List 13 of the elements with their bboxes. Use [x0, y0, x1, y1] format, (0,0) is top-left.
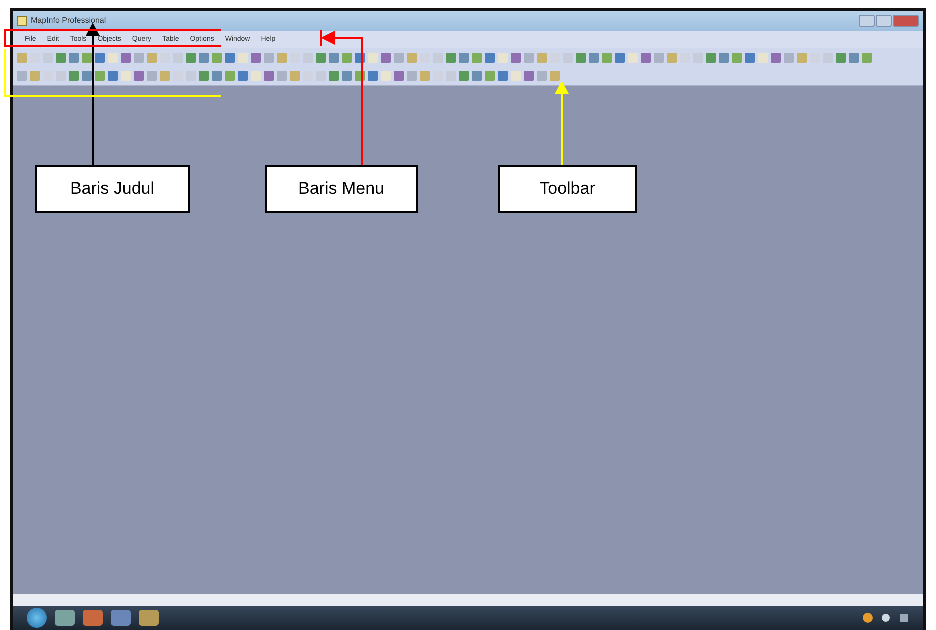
taskbar-icon[interactable]	[55, 610, 75, 626]
window-title: MapInfo Professional	[31, 15, 106, 27]
taskbar-icon[interactable]	[139, 610, 159, 626]
start-button[interactable]	[27, 608, 47, 628]
callout-label: Baris Menu	[265, 165, 418, 213]
close-button[interactable]	[893, 15, 919, 27]
app-icon	[17, 16, 27, 26]
callout-label: Toolbar	[498, 165, 637, 213]
taskbar-icon[interactable]	[83, 610, 103, 626]
minimize-button[interactable]	[859, 15, 875, 27]
maximize-button[interactable]	[876, 15, 892, 27]
taskbar-icon[interactable]	[111, 610, 131, 626]
callout-label: Baris Judul	[35, 165, 190, 213]
